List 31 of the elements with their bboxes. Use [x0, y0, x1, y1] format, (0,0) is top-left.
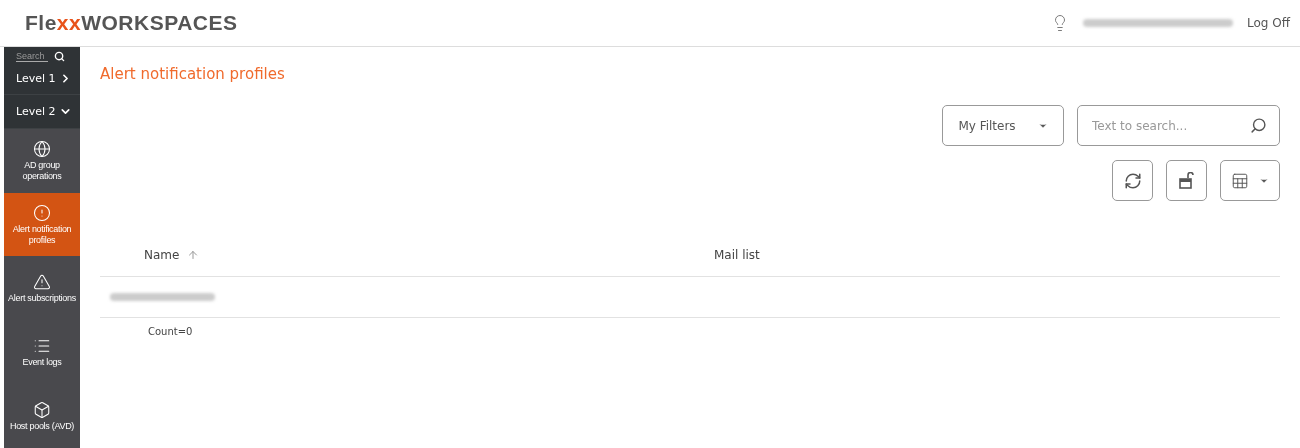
window-icon — [1177, 171, 1196, 190]
window-button[interactable] — [1166, 160, 1207, 201]
page-title: Alert notification profiles — [100, 65, 286, 83]
cube-icon — [33, 400, 51, 419]
level-menu-item[interactable]: Level 1 — [4, 62, 80, 96]
logo: FlexxWORKSPACES — [25, 11, 238, 35]
sidebar-item[interactable]: AD group operations — [4, 128, 80, 193]
row-count: Count=0 — [147, 325, 194, 337]
excel-export-button[interactable] — [1220, 160, 1280, 201]
refresh-icon — [1123, 171, 1142, 190]
column-label: Name — [144, 247, 180, 262]
filters-dropdown[interactable]: My Filters — [942, 105, 1064, 146]
level-menu-item[interactable]: Level 2 — [4, 95, 80, 129]
refresh-button[interactable] — [1112, 160, 1153, 201]
search-icon — [1250, 117, 1267, 134]
sidebar-item[interactable]: Alert notification profiles — [4, 192, 80, 257]
warning-icon — [33, 273, 51, 291]
search-field[interactable]: Text to search... — [1077, 105, 1280, 146]
spreadsheet-icon — [1231, 171, 1249, 190]
globe-icon — [33, 139, 51, 158]
column-label: Mail list — [714, 247, 760, 262]
column-header[interactable]: Mail list — [714, 247, 914, 262]
search-icon[interactable] — [54, 51, 65, 62]
sidebar-item[interactable]: Host pools (AVD) — [4, 384, 80, 448]
sidebar-item[interactable]: Alert subscriptions — [4, 256, 80, 321]
search-field[interactable]: Search — [16, 51, 48, 62]
column-header[interactable]: Name — [144, 247, 714, 262]
sort-arrow-icon — [187, 248, 200, 261]
logoff-link[interactable]: Log Off — [1247, 16, 1290, 30]
exclamation-circle-icon — [33, 203, 51, 222]
sidebar-item[interactable]: Event logs — [4, 320, 80, 385]
